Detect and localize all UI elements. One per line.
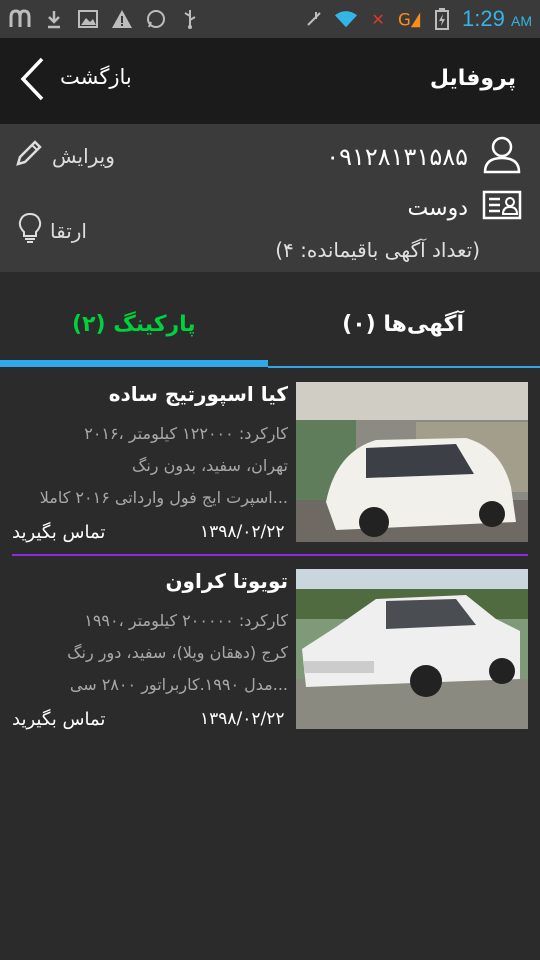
phone-number: ۰۹۱۲۸۱۳۱۵۸۵ [326, 143, 468, 171]
active-tab-indicator [0, 360, 268, 367]
tab-bar: آگهی‌ها (۰) پارکینگ (۲) [0, 272, 540, 370]
usb-icon [178, 7, 202, 31]
tab-underline [268, 366, 540, 368]
role-row: دوست [408, 190, 522, 226]
item-description: مدل ۱۹۹۰.کاربراتور ۲۸۰۰ سی... [69, 675, 288, 694]
list-item[interactable]: تویوتا کراون ۱۹۹۰، کارکرد: ۲۰۰۰۰۰ کیلومت… [0, 557, 540, 744]
edit-label: ویرایش [52, 143, 115, 168]
item-specs: ۲۰۱۶، کارکرد: ۱۲۲۰۰۰ کیلومتر [84, 424, 288, 443]
clock: 1:29 AM [462, 6, 532, 31]
battery-icon [430, 7, 454, 31]
item-title: تویوتا کراون [165, 569, 288, 593]
page-title: پروفایل [429, 66, 516, 91]
whatsapp-icon [144, 7, 168, 31]
signal-x-icon: ✕ [371, 9, 385, 29]
list-item[interactable]: کیا اسپورتیج ساده ۲۰۱۶، کارکرد: ۱۲۲۰۰۰ ک… [0, 370, 540, 557]
contact-button[interactable]: تماس بگیرید [12, 522, 105, 543]
notification-icons [8, 7, 202, 31]
item-location: کرج (دهقان ویلا)، سفید، دور رنگ [67, 643, 288, 662]
tab-parking[interactable]: پارکینگ (۲) [72, 312, 196, 337]
back-label: بازگشت [60, 65, 132, 89]
item-divider [12, 554, 528, 556]
role-label: دوست [407, 195, 468, 221]
app-bar: بازگشت پروفایل [0, 38, 540, 124]
contact-button[interactable]: تماس بگیرید [12, 709, 105, 730]
car-photo [296, 382, 528, 542]
listing: کیا اسپورتیج ساده ۲۰۱۶، کارکرد: ۱۲۲۰۰۰ ک… [0, 370, 540, 744]
upgrade-button[interactable]: ارتقا [18, 212, 87, 249]
svg-text:G: G [398, 10, 411, 29]
edit-button[interactable]: ویرایش [14, 138, 115, 173]
id-card-icon [482, 190, 522, 226]
item-location: تهران، سفید، بدون رنگ [132, 456, 288, 475]
system-icons: ✕ G 1:29 AM [302, 6, 532, 32]
back-button[interactable]: بازگشت [18, 56, 132, 106]
lightbulb-icon [18, 212, 42, 249]
user-icon [482, 134, 522, 180]
item-specs: ۱۹۹۰، کارکرد: ۲۰۰۰۰۰ کیلومتر [84, 611, 288, 630]
chevron-left-icon [18, 56, 46, 106]
phone-row: ۰۹۱۲۸۱۳۱۵۸۵ [326, 134, 522, 180]
item-date: ۱۳۹۸/۰۲/۲۲ [200, 522, 285, 542]
tab-ads[interactable]: آگهی‌ها (۰) [342, 312, 464, 337]
item-description: اسپرت ایج فول وارداتی ۲۰۱۶ کاملا... [39, 488, 288, 507]
warning-icon [110, 7, 134, 31]
profile-card: ۰۹۱۲۸۱۳۱۵۸۵ دوست (تعداد آگهی باقیمانده: … [0, 124, 540, 272]
pencil-icon [14, 138, 44, 173]
upgrade-label: ارتقا [50, 218, 87, 243]
mute-icon [302, 7, 326, 31]
signal-icon: G [398, 7, 422, 31]
status-bar: ✕ G 1:29 AM [0, 0, 540, 38]
remaining-ads-text: (تعداد آگهی باقیمانده: ۴) [275, 238, 480, 262]
car-photo [296, 569, 528, 729]
wifi-icon [334, 7, 358, 31]
download-icon [42, 7, 66, 31]
item-title: کیا اسپورتیج ساده [108, 382, 288, 406]
image-icon [76, 7, 100, 31]
m-app-icon [8, 7, 32, 31]
item-date: ۱۳۹۸/۰۲/۲۲ [200, 709, 285, 729]
